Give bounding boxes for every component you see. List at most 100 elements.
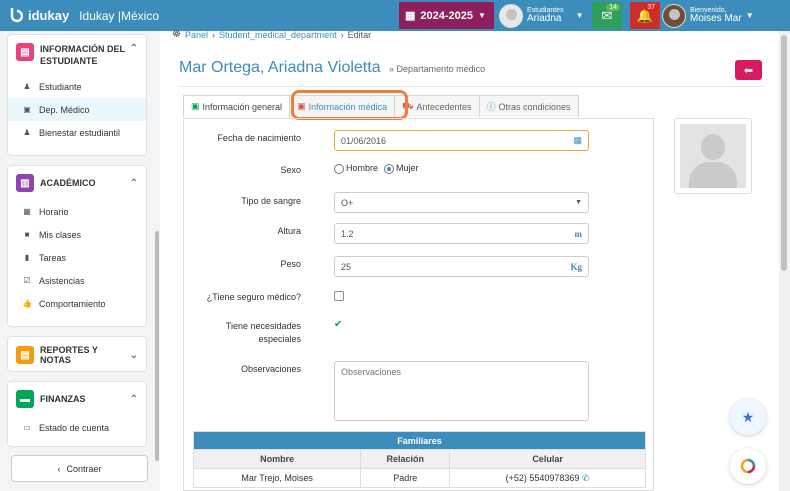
person-icon: ♟ — [23, 82, 31, 91]
back-button[interactable]: ⬅ — [735, 60, 762, 80]
special-needs-label: Tiene necesidades especiales — [161, 320, 301, 346]
insurance-label: ¿Tiene seguro médico? — [206, 292, 301, 302]
insurance-checkbox[interactable] — [334, 291, 344, 303]
academic-section: ▥ ACADÉMICO ⌃ ▦ Horario ■ Mis clases ▮ T… — [7, 165, 147, 327]
page-subtitle: » Departamento médico — [389, 64, 486, 74]
person-icon: ♟ — [23, 128, 31, 137]
reports-icon: ▤ — [16, 346, 34, 364]
chevron-down-icon: ⌄ — [129, 349, 138, 361]
academic-header[interactable]: ▥ ACADÉMICO ⌃ — [8, 166, 146, 200]
weight-value: 25 — [341, 261, 352, 272]
weight-input[interactable]: 25 Kg — [334, 256, 589, 277]
sidebar-item-label: Mis clases — [39, 229, 82, 240]
breadcrumb-separator: › — [212, 29, 215, 40]
table-row: Mar Trejo, Moises Padre (+52) 5540978369… — [192, 468, 646, 488]
height-unit: m — [574, 228, 583, 239]
student-info-title: INFORMACIÓN DEL ESTUDIANTE — [40, 44, 125, 66]
family-name-cell: Mar Trejo, Moises — [192, 468, 362, 488]
sidebar-item-comportamiento[interactable]: 👍 Comportamiento — [8, 292, 146, 315]
chevron-up-icon: ⌃ — [129, 177, 138, 189]
top-navbar: idukay Idukay |México ▦ 2024-2025 ▼ Estu… — [0, 0, 790, 31]
sidebar-item-label: Dep. Médico — [39, 104, 90, 115]
sidebar-item-label: Horario — [39, 206, 69, 217]
sidebar-scrollbar[interactable] — [155, 231, 159, 461]
user-menu[interactable]: Bienvenido, Moises Mar ▼ — [662, 0, 754, 31]
family-phone-cell: (+52) 5540978369 ✆ — [449, 468, 646, 488]
tab-label: Información general — [202, 101, 283, 112]
sex-female-option[interactable]: Mujer — [384, 163, 419, 174]
checkbox-box[interactable] — [334, 291, 344, 301]
sidebar-item-estado-cuenta[interactable]: ▭ Estado de cuenta — [8, 416, 146, 439]
brand-logo[interactable]: idukay Idukay |México — [9, 7, 159, 24]
school-year-selector[interactable]: ▦ 2024-2025 ▼ — [399, 2, 494, 29]
finance-header[interactable]: ▬ FINANZAS ⌃ — [8, 382, 146, 416]
user-avatar — [662, 3, 686, 28]
caret-down-icon: ▼ — [478, 11, 486, 20]
family-relation-cell: Padre — [360, 468, 451, 488]
family-table-title: Familiares — [193, 431, 646, 450]
tab-otras-condiciones[interactable]: ⓘ Otras condiciones — [478, 95, 579, 117]
student-avatar — [499, 3, 523, 28]
check-icon: ☑ — [23, 276, 31, 285]
messages-badge: 14 — [606, 4, 620, 11]
notifications-button[interactable]: 🔔 37 — [630, 2, 660, 29]
sidebar-item-tareas[interactable]: ▮ Tareas — [8, 246, 146, 269]
tab-informacion-general[interactable]: ▣ Información general — [183, 95, 291, 117]
sidebar-item-dep-medico[interactable]: ▣ Dep. Médico — [8, 98, 146, 121]
height-input[interactable]: 1.2 m — [334, 223, 589, 244]
calendar-icon[interactable]: ▦ — [573, 135, 582, 146]
favorites-button[interactable]: ★ — [730, 399, 766, 435]
sidebar-item-asistencias[interactable]: ☑ Asistencias — [8, 269, 146, 292]
book-icon: ▮ — [24, 253, 30, 262]
sidebar-item-label: Bienestar estudiantil — [39, 127, 121, 138]
thumbs-up-icon: 👍 — [22, 299, 32, 308]
assistant-button[interactable] — [730, 448, 766, 484]
reports-header[interactable]: ▤ REPORTES Y NOTAS ⌄ — [8, 337, 146, 373]
tab-label: Antecedentes — [416, 101, 472, 112]
page-title: Mar Ortega, Ariadna Violetta » Departame… — [179, 59, 485, 77]
radio-male[interactable] — [334, 163, 344, 174]
sidebar-item-horario[interactable]: ▦ Horario — [8, 200, 146, 223]
weight-label: Peso — [280, 259, 301, 269]
sidebar-item-label: Comportamiento — [39, 298, 106, 309]
observations-textarea[interactable] — [334, 361, 589, 421]
observations-label: Observaciones — [240, 364, 301, 374]
height-value: 1.2 — [341, 228, 354, 239]
column-header-relation: Relación — [360, 449, 451, 469]
finance-icon: ▬ — [16, 390, 34, 408]
id-card-icon: ▣ — [191, 101, 200, 111]
sidebar-item-label: Tareas — [39, 252, 67, 263]
page-scrollbar[interactable] — [779, 31, 790, 491]
sidebar-item-mis-clases[interactable]: ■ Mis clases — [8, 223, 146, 246]
blood-type-select[interactable]: O+ ▼ — [334, 192, 589, 213]
weight-unit: Kg — [570, 261, 582, 272]
caret-down-icon: ▼ — [575, 11, 584, 20]
student-selector[interactable]: Estudiantes Ariadna ▼ — [499, 0, 584, 31]
column-header-phone: Celular — [449, 449, 646, 469]
collapse-sidebar-button[interactable]: ‹ Contraer — [11, 455, 148, 482]
student-name: Ariadna — [527, 12, 562, 24]
sidebar-item-estudiante[interactable]: ♟ Estudiante — [8, 75, 146, 98]
user-name: Moises Mar — [690, 12, 742, 24]
phone-icon[interactable]: ✆ — [582, 473, 590, 483]
sidebar-item-bienestar[interactable]: ♟ Bienestar estudiantil — [8, 121, 146, 144]
student-info-header[interactable]: ▤ INFORMACIÓN DEL ESTUDIANTE ⌃ — [8, 35, 146, 75]
breadcrumb-section[interactable]: Student_medical_department — [219, 30, 337, 40]
collapse-label: Contraer — [66, 463, 102, 474]
birth-date-input[interactable]: 01/06/2016 ▦ — [334, 130, 589, 151]
sex-radio-group: Hombre Mujer — [334, 163, 419, 174]
messages-button[interactable]: ✉ 14 — [592, 2, 622, 29]
breadcrumb: ☸ Panel › Student_medical_department › E… — [172, 29, 371, 40]
calendar-icon: ▦ — [405, 10, 416, 22]
tab-label: Otras condiciones — [498, 101, 571, 112]
sex-male-option[interactable]: Hombre — [334, 163, 378, 174]
arrow-left-icon: ⬅ — [743, 64, 754, 77]
calendar-icon: ▦ — [23, 207, 31, 216]
assistant-logo-icon — [740, 458, 756, 474]
radio-female[interactable] — [384, 163, 395, 174]
scrollbar-thumb[interactable] — [781, 35, 787, 271]
caret-down-icon: ▼ — [575, 199, 582, 206]
breadcrumb-home[interactable]: Panel — [185, 30, 208, 40]
dashboard-icon: ☸ — [172, 29, 181, 40]
reports-section: ▤ REPORTES Y NOTAS ⌄ — [7, 336, 147, 372]
